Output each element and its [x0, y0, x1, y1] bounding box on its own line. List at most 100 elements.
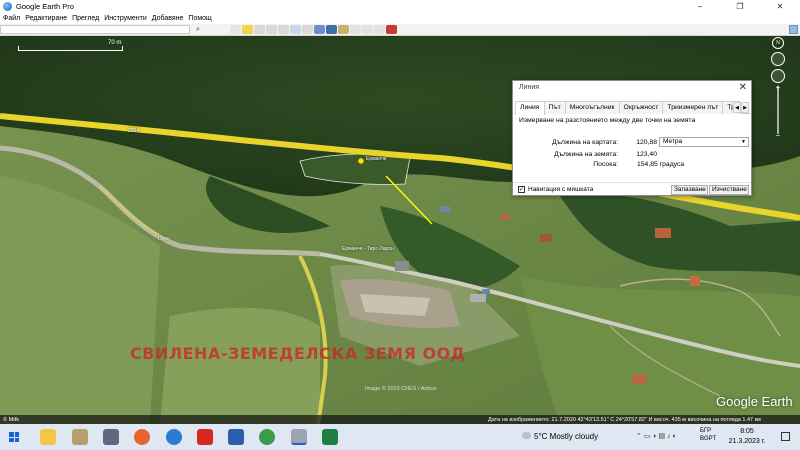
menu-file[interactable]: Файл	[3, 15, 20, 22]
planets-icon[interactable]	[326, 25, 337, 34]
tab-3d-path[interactable]: Триизмерен път	[662, 101, 724, 114]
path-icon[interactable]	[266, 25, 277, 34]
notification-icon[interactable]	[781, 432, 790, 441]
search-icon[interactable]: ⌕	[192, 25, 204, 34]
calculator-icon[interactable]	[103, 429, 119, 445]
tour-icon[interactable]	[290, 25, 301, 34]
placemark-icon[interactable]	[242, 25, 253, 34]
cloud-icon	[522, 432, 531, 439]
weather-widget[interactable]: 5°C Mostly cloudy	[522, 432, 598, 441]
acrobat-icon[interactable]	[197, 429, 213, 445]
zoom-out-icon[interactable]: −	[773, 132, 783, 140]
ground-length-row: Дължина на земята: 123,40	[523, 151, 657, 158]
status-left: © Mdk	[3, 416, 19, 423]
move-joystick-icon[interactable]	[771, 69, 785, 83]
menu-bar: Файл Редактиране Преглед Инструменти Доб…	[0, 13, 800, 24]
imagery-credit: Image © 2023 CNES / Airbus	[365, 386, 437, 392]
menu-add[interactable]: Добавяне	[152, 15, 184, 22]
map-view[interactable]: 70 m 2304 Перо 5702 Ерманче - Тирс-Ларон…	[0, 36, 800, 424]
language-top: БГР	[700, 428, 712, 434]
dialog-title: Линия	[519, 84, 540, 91]
system-tray-icons[interactable]: ⌃ ▭ ◖ ▤ ♪ ◐	[636, 432, 677, 440]
look-joystick-icon[interactable]	[771, 52, 785, 66]
chevron-down-icon: ▼	[741, 139, 746, 145]
road-label: Перо	[158, 236, 170, 242]
panel-toggle-icon[interactable]	[789, 25, 798, 34]
paint-icon[interactable]	[72, 429, 88, 445]
windows-start-icon[interactable]	[9, 432, 19, 442]
checkbox-check-icon: ✓	[518, 186, 525, 193]
sun-icon[interactable]	[314, 25, 325, 34]
mouse-navigation-checkbox[interactable]: ✓ Навигация с мишката	[518, 186, 593, 193]
menu-help[interactable]: Помощ	[188, 15, 211, 22]
tab-line[interactable]: Линия	[515, 101, 545, 115]
tab-circle[interactable]: Окръжност	[618, 101, 664, 114]
map-length-label: Дължина на картата:	[552, 139, 618, 146]
language-indicator[interactable]: БГР BGPT	[700, 427, 716, 443]
heading-label: Посока:	[593, 161, 618, 168]
save-button[interactable]: Запазване	[671, 185, 708, 195]
tab-polygon[interactable]: Многоъгълник	[564, 101, 620, 114]
toolbar: ⌕	[0, 24, 800, 36]
google-earth-logo: Google Earth	[716, 394, 793, 409]
clock-date: 21.3.2023 г.	[728, 438, 766, 445]
polygon-icon[interactable]	[254, 25, 265, 34]
place-label: Ерманче - Тирс-Ларон	[342, 246, 394, 252]
mouse-navigation-label: Навигация с мишката	[528, 186, 594, 193]
hide-sidebar-icon[interactable]	[230, 25, 241, 34]
tab-scroll: ◀ ▶	[733, 102, 749, 113]
title-bar: Google Earth Pro – ❐ ✕	[0, 0, 800, 13]
tab-scroll-left-icon[interactable]: ◀	[733, 102, 741, 113]
heading-value: 154,85 градуса	[637, 161, 685, 168]
email-icon[interactable]	[350, 25, 361, 34]
firefox-icon[interactable]	[134, 429, 150, 445]
compass-icon[interactable]: N	[772, 37, 784, 49]
file-explorer-icon[interactable]	[40, 429, 56, 445]
zoom-slider[interactable]	[777, 86, 779, 134]
ruler-dialog: Линия ✕ Линия Път Многоъгълник Окръжност…	[512, 80, 752, 196]
word-icon[interactable]	[228, 429, 244, 445]
google-earth-app-icon	[3, 2, 12, 11]
save-image-icon[interactable]	[374, 25, 385, 34]
clock[interactable]: 8:05 21.3.2023 г.	[722, 427, 772, 447]
window-title: Google Earth Pro	[16, 2, 74, 11]
clock-time: 8:05	[740, 428, 754, 435]
dialog-description: Измерване на разстоянието между две точк…	[519, 117, 696, 124]
toolbar-tools	[230, 25, 398, 34]
weather-text: 5°C Mostly cloudy	[534, 432, 599, 441]
clear-button[interactable]: Изчистване	[709, 185, 749, 195]
dialog-close-icon[interactable]: ✕	[739, 82, 747, 93]
menu-view[interactable]: Преглед	[72, 15, 99, 22]
heading-row: Посока: 154,85 градуса	[523, 161, 684, 168]
ground-length-value: 123,40	[636, 151, 657, 158]
status-bar: © Mdk Дата на изображението: 21.7.2020 4…	[0, 415, 800, 424]
print-icon[interactable]	[362, 25, 373, 34]
measure-label: Ерманче	[366, 156, 387, 162]
map-length-value: 120,88	[636, 139, 657, 146]
window-controls: – ❐ ✕	[680, 0, 800, 13]
minimize-button[interactable]: –	[680, 0, 720, 13]
overlay-icon[interactable]	[278, 25, 289, 34]
language-bottom: BGPT	[700, 436, 717, 442]
chrome-alt-icon[interactable]	[166, 429, 182, 445]
menu-tools[interactable]: Инструменти	[104, 15, 147, 22]
menu-edit[interactable]: Редактиране	[25, 15, 67, 22]
ruler-icon[interactable]	[338, 25, 349, 34]
watermark-text: СВИЛЕНА-ЗЕМЕДЕЛСКА ЗЕМЯ ООД	[130, 344, 466, 363]
dialog-tabs: Линия Път Многоъгълник Окръжност Триизме…	[515, 101, 751, 115]
scale-bar	[18, 46, 123, 51]
close-button[interactable]: ✕	[760, 0, 800, 13]
tab-scroll-right-icon[interactable]: ▶	[741, 102, 749, 113]
tab-path[interactable]: Път	[543, 101, 566, 114]
chrome-icon[interactable]	[259, 429, 275, 445]
ground-length-label: Дължина на земята:	[554, 151, 618, 158]
maps-icon[interactable]	[386, 25, 397, 34]
status-coordinates: Дата на изображението: 21.7.2020 42°43'1…	[488, 416, 761, 423]
unit-dropdown-value: Метра	[663, 138, 683, 145]
unit-dropdown[interactable]: Метра ▼	[659, 137, 749, 147]
excel-icon[interactable]	[322, 429, 338, 445]
historical-imagery-icon[interactable]	[302, 25, 313, 34]
search-input[interactable]	[0, 25, 190, 34]
google-earth-icon[interactable]	[291, 429, 307, 445]
maximize-button[interactable]: ❐	[720, 0, 760, 13]
